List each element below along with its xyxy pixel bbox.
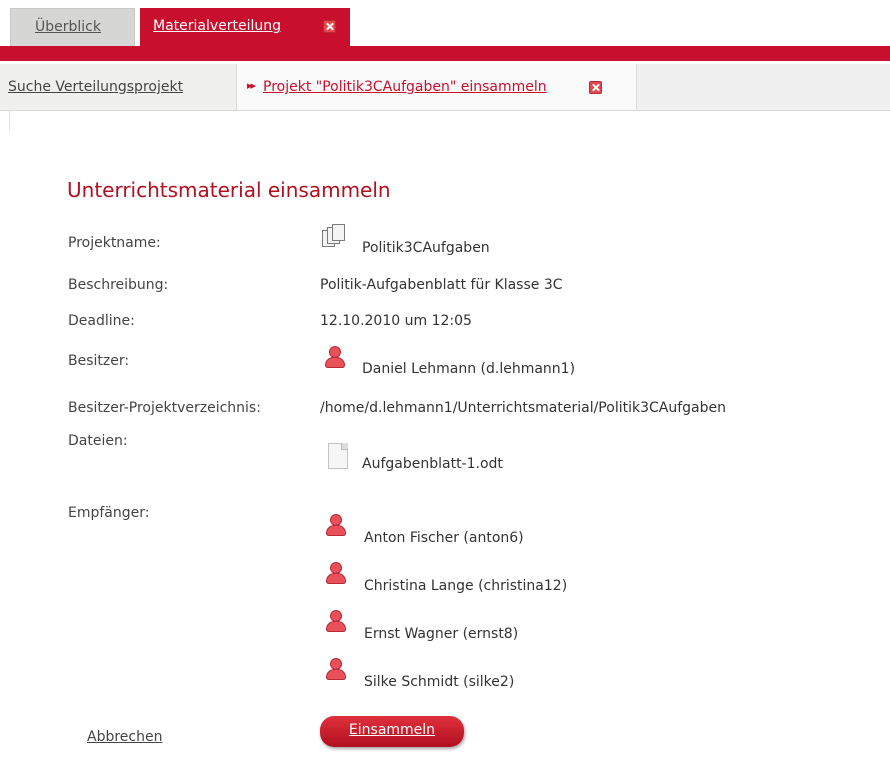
user-icon [326,658,346,680]
verzeichnis-label: Besitzer-Projektverzeichnis: [68,400,261,416]
deadline-label: Deadline: [68,313,135,329]
dateien-value: Aufgabenblatt-1.odt [362,456,503,472]
content-left-border [9,111,10,131]
close-breadcrumb-icon[interactable] [589,81,602,94]
tab-overview-label[interactable]: Überblick [35,19,101,35]
file-icon [328,443,348,469]
besitzer-label: Besitzer: [68,353,130,369]
recipient-item: Anton Fischer (anton6) [364,530,524,546]
project-icon [320,224,346,248]
besitzer-value: Daniel Lehmann (d.lehmann1) [362,361,576,377]
breadcrumb-item-search[interactable]: Suche Verteilungsprojekt [0,64,237,110]
empfaenger-label: Empfänger: [68,505,150,521]
close-tab-icon[interactable] [323,20,336,33]
page-title: Unterrichtsmaterial einsammeln [67,178,391,202]
user-icon [326,562,346,584]
deadline-value: 12.10.2010 um 12:05 [320,313,472,329]
breadcrumb: Suche Verteilungsprojekt ▸▸ Projekt "Pol… [0,64,890,111]
tab-materialverteilung[interactable]: Materialverteilung [140,8,350,46]
dateien-label: Dateien: [68,433,128,449]
beschreibung-value: Politik-Aufgabenblatt für Klasse 3C [320,277,563,293]
main-tab-bar: Überblick Materialverteilung [0,0,890,61]
double-arrow-icon: ▸▸ [247,79,256,92]
tab-bar-underline [0,46,890,61]
user-icon [325,346,345,368]
breadcrumb-search-label[interactable]: Suche Verteilungsprojekt [8,79,183,95]
beschreibung-label: Beschreibung: [68,277,169,293]
tab-materialverteilung-label[interactable]: Materialverteilung [153,18,281,34]
cancel-button[interactable]: Abbrechen [87,729,162,745]
verzeichnis-value: /home/d.lehmann1/Unterrichtsmaterial/Pol… [320,400,726,416]
user-icon [326,514,346,536]
projektname-label: Projektname: [68,235,161,251]
breadcrumb-item-current[interactable]: ▸▸ Projekt "Politik3CAufgaben" einsammel… [237,64,637,110]
recipient-item: Ernst Wagner (ernst8) [364,626,519,642]
collect-button[interactable]: Einsammeln [320,716,464,747]
user-icon [326,610,346,632]
recipient-item: Christina Lange (christina12) [364,578,568,594]
tab-overview[interactable]: Überblick [10,8,135,46]
recipient-item: Silke Schmidt (silke2) [364,674,515,690]
projektname-value: Politik3CAufgaben [362,240,490,256]
breadcrumb-current-label[interactable]: Projekt "Politik3CAufgaben" einsammeln [263,79,547,95]
